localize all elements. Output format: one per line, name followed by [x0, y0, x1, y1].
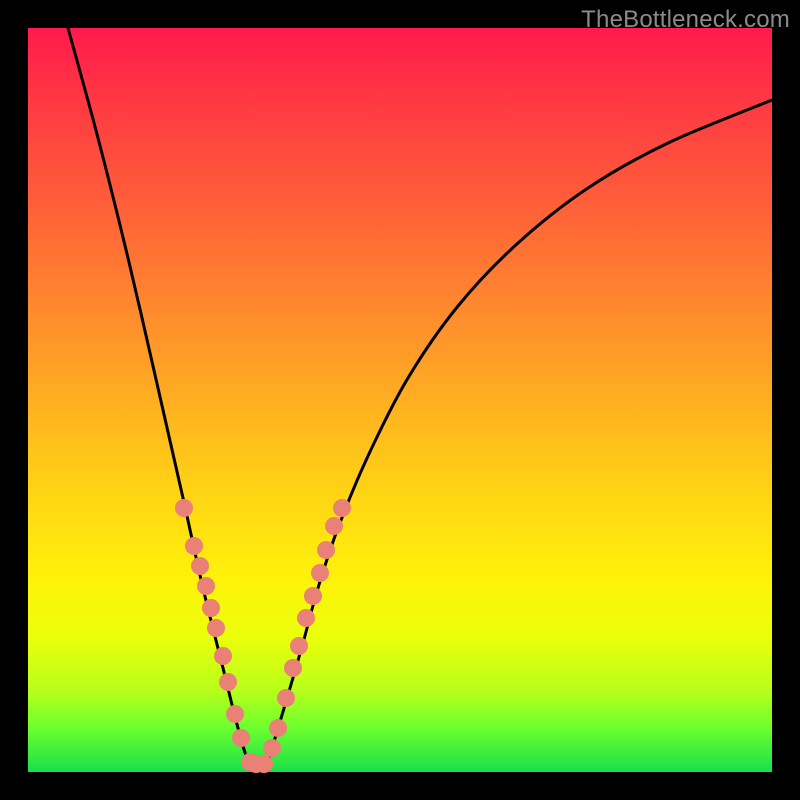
curve-svg — [28, 28, 772, 772]
marker-dot — [333, 499, 351, 517]
marker-dot — [284, 659, 302, 677]
plot-area — [28, 28, 772, 772]
marker-dot — [202, 599, 220, 617]
marker-dot — [255, 755, 273, 773]
marker-dot — [269, 719, 287, 737]
marker-dot — [191, 557, 209, 575]
bottleneck-curve — [68, 28, 772, 767]
marker-dot — [226, 705, 244, 723]
marker-dot — [317, 541, 335, 559]
data-markers — [175, 499, 351, 773]
marker-dot — [175, 499, 193, 517]
marker-dot — [290, 637, 308, 655]
marker-dot — [277, 689, 295, 707]
marker-dot — [311, 564, 329, 582]
marker-dot — [232, 729, 250, 747]
marker-dot — [297, 609, 315, 627]
marker-dot — [207, 619, 225, 637]
marker-dot — [214, 647, 232, 665]
marker-dot — [185, 537, 203, 555]
watermark-text: TheBottleneck.com — [581, 6, 790, 34]
marker-dot — [304, 587, 322, 605]
marker-dot — [263, 739, 281, 757]
marker-dot — [197, 577, 215, 595]
marker-dot — [219, 673, 237, 691]
marker-dot — [325, 517, 343, 535]
chart-frame: TheBottleneck.com — [0, 0, 800, 800]
